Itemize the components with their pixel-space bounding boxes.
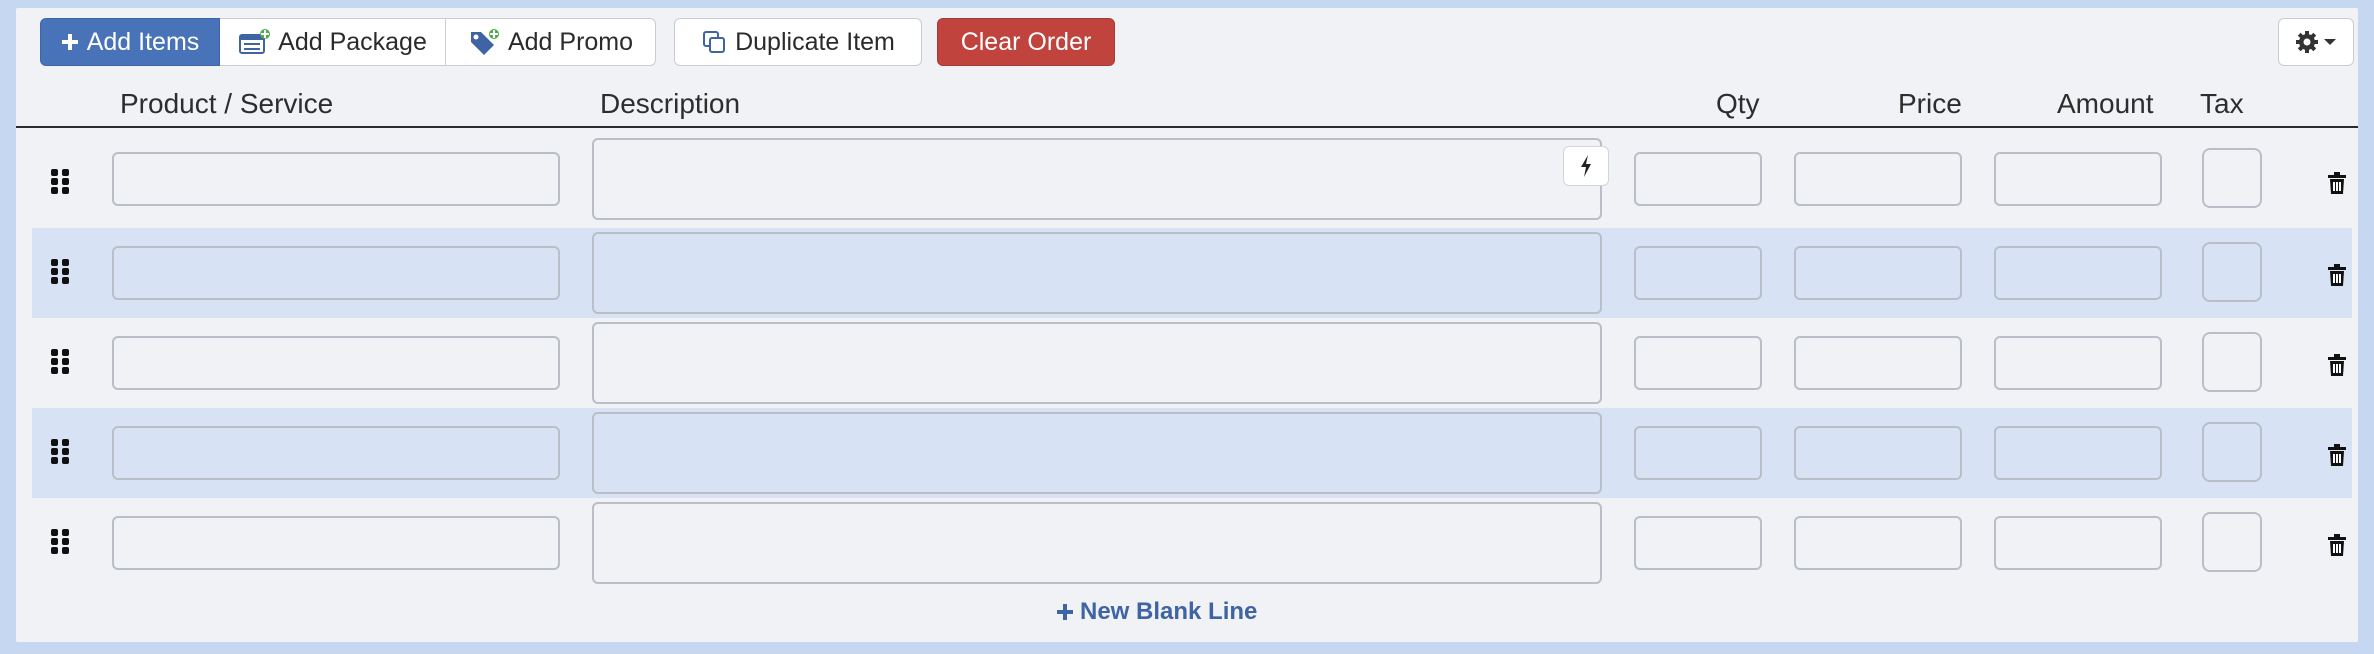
duplicate-item-button[interactable]: Duplicate Item: [674, 18, 922, 66]
line-item-row: [32, 228, 2352, 318]
tax-checkbox[interactable]: [2202, 242, 2262, 302]
add-items-label: Add Items: [86, 27, 200, 56]
amount-input[interactable]: [1994, 426, 2162, 480]
qty-input[interactable]: [1634, 516, 1762, 570]
column-header-product: Product / Service: [120, 88, 334, 119]
order-items-panel: Add Items Add Package Add Promo Duplicat…: [16, 8, 2358, 642]
qty-input[interactable]: [1634, 336, 1762, 390]
column-header-qty: Qty: [1716, 88, 1760, 119]
duplicate-item-label: Duplicate Item: [735, 27, 895, 56]
add-items-button[interactable]: Add Items: [40, 18, 220, 66]
price-input[interactable]: [1794, 336, 1962, 390]
product-input[interactable]: [112, 516, 560, 570]
tax-checkbox[interactable]: [2202, 512, 2262, 572]
trash-icon[interactable]: [2328, 172, 2346, 194]
gear-icon: [2296, 31, 2318, 53]
plus-icon: [61, 34, 78, 50]
column-header-description: Description: [600, 88, 741, 119]
add-package-button[interactable]: Add Package: [220, 18, 446, 66]
column-header-amount: Amount: [2057, 88, 2154, 119]
settings-dropdown-button[interactable]: [2278, 18, 2354, 66]
qty-input[interactable]: [1634, 426, 1762, 480]
product-input[interactable]: [112, 336, 560, 390]
product-input[interactable]: [112, 152, 560, 206]
new-blank-line-link[interactable]: New Blank Line: [1056, 598, 1257, 626]
description-input[interactable]: [592, 322, 1602, 404]
trash-icon[interactable]: [2328, 354, 2346, 376]
trash-icon[interactable]: [2328, 534, 2346, 556]
header-divider: [16, 126, 2358, 128]
plus-icon: [1057, 604, 1073, 620]
trash-icon[interactable]: [2328, 444, 2346, 466]
qty-input[interactable]: [1634, 246, 1762, 300]
price-input[interactable]: [1794, 516, 1962, 570]
price-input[interactable]: [1794, 152, 1962, 206]
line-item-row: [32, 408, 2352, 498]
tax-checkbox[interactable]: [2202, 148, 2262, 208]
clear-order-button[interactable]: Clear Order: [937, 18, 1115, 66]
chevron-down-icon: [2324, 39, 2336, 45]
qty-input[interactable]: [1634, 152, 1762, 206]
description-input[interactable]: [592, 138, 1602, 220]
drag-handle-icon[interactable]: [51, 259, 69, 285]
autofill-button[interactable]: [1563, 146, 1609, 186]
price-input[interactable]: [1794, 246, 1962, 300]
product-input[interactable]: [112, 246, 560, 300]
line-item-row: [32, 318, 2352, 408]
description-input[interactable]: [592, 232, 1602, 314]
add-promo-button[interactable]: Add Promo: [446, 18, 656, 66]
drag-handle-icon[interactable]: [51, 349, 69, 375]
clear-order-label: Clear Order: [960, 27, 1092, 56]
price-input[interactable]: [1794, 426, 1962, 480]
package-icon: [239, 29, 271, 54]
amount-input[interactable]: [1994, 246, 2162, 300]
description-input[interactable]: [592, 502, 1602, 584]
drag-handle-icon[interactable]: [51, 439, 69, 465]
amount-input[interactable]: [1994, 516, 2162, 570]
drag-handle-icon[interactable]: [51, 529, 69, 555]
copy-icon: [703, 31, 726, 53]
column-header-tax: Tax: [2200, 88, 2244, 119]
tag-icon: [470, 29, 499, 55]
tax-checkbox[interactable]: [2202, 332, 2262, 392]
add-package-label: Add Package: [278, 27, 427, 56]
column-header-price: Price: [1898, 88, 1962, 119]
description-input[interactable]: [592, 412, 1602, 494]
bolt-icon: [1581, 155, 1591, 177]
amount-input[interactable]: [1994, 336, 2162, 390]
add-promo-label: Add Promo: [507, 27, 634, 56]
trash-icon[interactable]: [2328, 264, 2346, 286]
line-item-row: [32, 498, 2352, 588]
tax-checkbox[interactable]: [2202, 422, 2262, 482]
drag-handle-icon[interactable]: [51, 169, 69, 195]
amount-input[interactable]: [1994, 152, 2162, 206]
line-item-row: [32, 138, 2352, 228]
product-input[interactable]: [112, 426, 560, 480]
new-blank-line-label: New Blank Line: [1080, 598, 1258, 625]
